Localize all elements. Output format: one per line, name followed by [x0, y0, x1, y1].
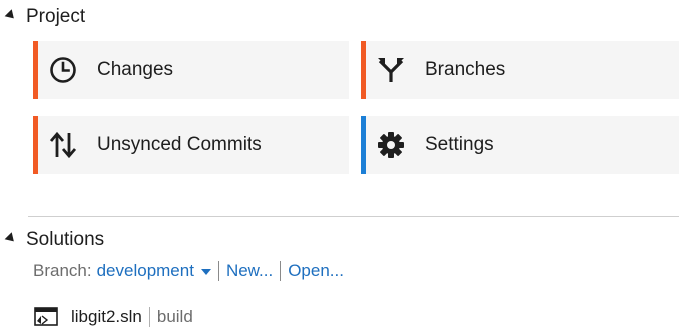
branch-icon: [373, 52, 409, 88]
branches-tile[interactable]: Branches: [361, 41, 679, 99]
solution-config: build: [156, 307, 193, 326]
branches-label: Branches: [425, 59, 506, 80]
project-section-header[interactable]: Project: [4, 5, 86, 29]
settings-tile[interactable]: Settings: [361, 116, 679, 174]
branch-dropdown[interactable]: development: [97, 261, 211, 281]
open-solution-link[interactable]: Open...: [288, 261, 344, 281]
solutions-header-label: Solutions: [26, 229, 105, 250]
chevron-down-icon: [200, 269, 211, 275]
solutions-section-header[interactable]: Solutions: [4, 228, 105, 252]
branch-value: development: [96, 261, 194, 280]
tile-accent-bar: [33, 116, 38, 174]
tile-accent-bar: [33, 41, 38, 99]
changes-label: Changes: [97, 59, 174, 80]
gear-icon: [373, 127, 409, 163]
collapse-triangle-icon: [4, 9, 18, 22]
new-solution-link[interactable]: New...: [226, 261, 273, 281]
solution-file-icon: [33, 307, 59, 327]
sync-arrows-icon: [45, 127, 81, 163]
clock-icon: [45, 52, 81, 88]
branch-label: Branch:: [33, 261, 92, 280]
section-divider: [28, 216, 679, 217]
solution-item[interactable]: libgit2.sln build: [33, 305, 193, 329]
separator: [217, 261, 219, 281]
unsynced-commits-tile[interactable]: Unsynced Commits: [33, 116, 349, 174]
project-header-label: Project: [26, 6, 86, 27]
tile-accent-bar: [361, 116, 366, 174]
separator: [148, 307, 150, 327]
collapse-triangle-icon: [4, 232, 18, 245]
unsynced-commits-label: Unsynced Commits: [97, 134, 262, 155]
tile-accent-bar: [361, 41, 366, 99]
settings-label: Settings: [425, 134, 494, 155]
separator: [280, 261, 282, 281]
solution-file-name: libgit2.sln: [71, 307, 142, 326]
branch-line: Branch: development New... Open...: [33, 259, 344, 283]
changes-tile[interactable]: Changes: [33, 41, 349, 99]
